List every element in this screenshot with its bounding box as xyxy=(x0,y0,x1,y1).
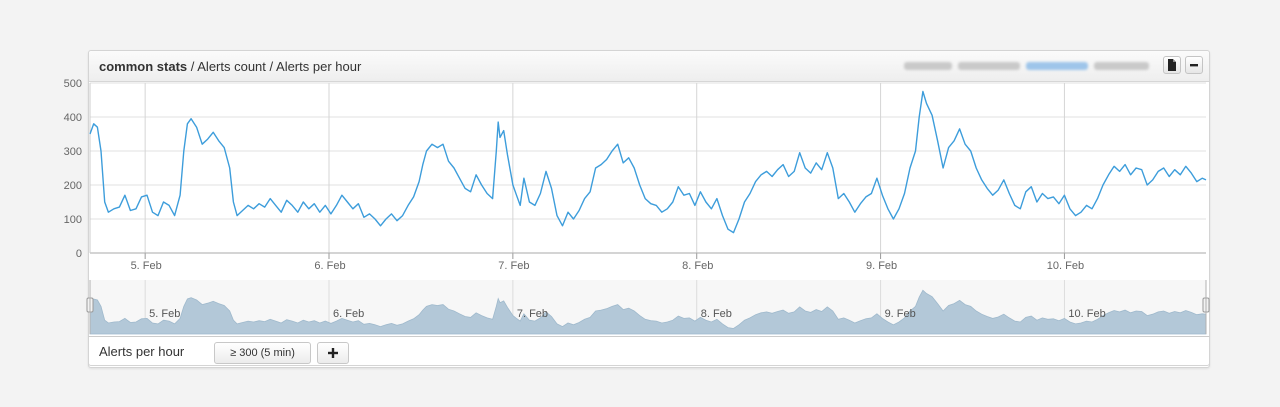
x-tick-label: 9. Feb xyxy=(866,260,897,272)
plus-icon xyxy=(328,348,338,358)
x-tick-label: 5. Feb xyxy=(131,260,162,272)
navigator-tick-label: 6. Feb xyxy=(333,308,364,320)
navigator-tick-label: 5. Feb xyxy=(149,308,180,320)
x-tick-label: 10. Feb xyxy=(1047,260,1084,272)
series-label: Alerts per hour xyxy=(99,344,185,359)
navigator-tick-label: 7. Feb xyxy=(517,308,548,320)
y-tick-label: 300 xyxy=(64,146,82,158)
add-threshold-button[interactable] xyxy=(317,342,349,364)
navigator-tick-label: 10. Feb xyxy=(1068,308,1105,320)
x-tick-label: 6. Feb xyxy=(314,260,345,272)
chart-svg: 0 100 200 300 400 500 5. Feb 6. Feb 7. Feb 8. Feb… xyxy=(64,78,1210,335)
y-tick-label: 200 xyxy=(64,180,82,192)
y-tick-label: 100 xyxy=(64,214,82,226)
y-tick-label: 400 xyxy=(64,112,82,124)
navigator-tick-label: 9. Feb xyxy=(885,308,916,320)
y-tick-label: 0 xyxy=(76,248,82,260)
navigator-tick-label: 8. Feb xyxy=(701,308,732,320)
x-tick-label: 7. Feb xyxy=(498,260,529,272)
chart-footer: Alerts per hour ≥ 300 (5 min) xyxy=(88,336,1210,366)
plot-area xyxy=(90,83,1206,253)
threshold-button[interactable]: ≥ 300 (5 min) xyxy=(214,342,311,364)
y-tick-label: 500 xyxy=(64,78,82,90)
x-tick-label: 8. Feb xyxy=(682,260,713,272)
